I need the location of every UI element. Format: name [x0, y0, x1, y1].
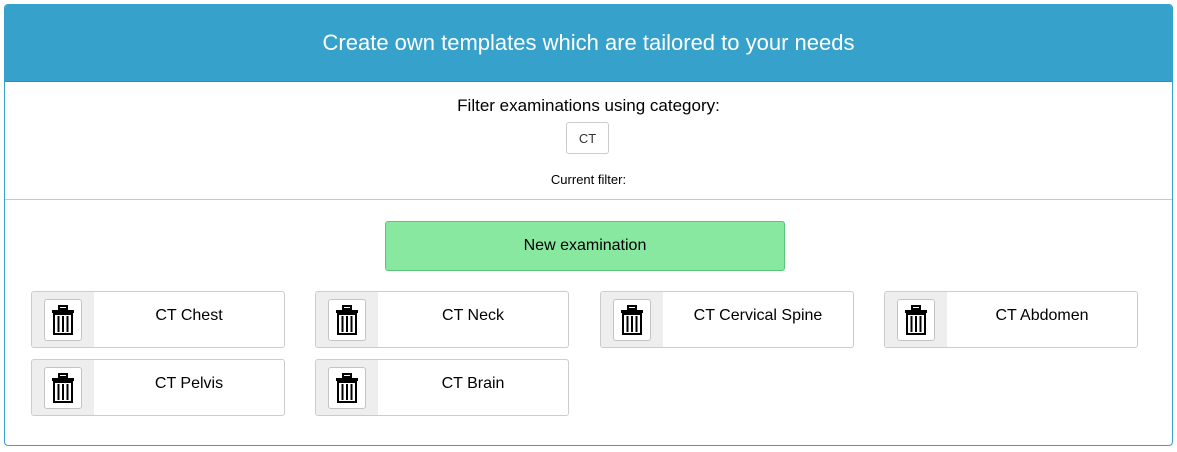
- trash-icon: [52, 304, 74, 335]
- category-filter-ct-button[interactable]: CT: [566, 122, 609, 154]
- filter-section: Filter examinations using category: CT C…: [5, 82, 1172, 200]
- delete-button[interactable]: [613, 298, 651, 341]
- new-examination-button[interactable]: New examination: [385, 221, 785, 271]
- exam-card-ct-chest: CT Chest: [31, 291, 285, 348]
- delete-zone: [601, 292, 663, 347]
- delete-zone: [32, 292, 94, 347]
- exam-label[interactable]: CT Chest: [94, 292, 284, 347]
- page-title: Create own templates which are tailored …: [322, 30, 855, 55]
- exam-card-ct-abdomen: CT Abdomen: [884, 291, 1138, 348]
- delete-button[interactable]: [328, 298, 366, 341]
- exam-label[interactable]: CT Abdomen: [947, 292, 1137, 347]
- delete-button[interactable]: [897, 298, 935, 341]
- trash-icon: [52, 372, 74, 403]
- trash-icon: [905, 304, 927, 335]
- filter-title: Filter examinations using category:: [457, 96, 720, 115]
- delete-button[interactable]: [44, 366, 82, 409]
- exam-label[interactable]: CT Brain: [378, 360, 568, 415]
- exam-card-ct-brain: CT Brain: [315, 359, 569, 416]
- exam-label[interactable]: CT Cervical Spine: [663, 292, 853, 347]
- exam-card-ct-neck: CT Neck: [315, 291, 569, 348]
- trash-icon: [621, 304, 643, 335]
- delete-zone: [316, 292, 378, 347]
- delete-button[interactable]: [44, 298, 82, 341]
- exam-card-ct-pelvis: CT Pelvis: [31, 359, 285, 416]
- trash-icon: [336, 304, 358, 335]
- delete-button[interactable]: [328, 366, 366, 409]
- exam-card-ct-cervical-spine: CT Cervical Spine: [600, 291, 854, 348]
- delete-zone: [885, 292, 947, 347]
- exam-label[interactable]: CT Pelvis: [94, 360, 284, 415]
- current-filter-label: Current filter:: [550, 172, 627, 187]
- panel-header: Create own templates which are tailored …: [5, 5, 1172, 82]
- trash-icon: [336, 372, 358, 403]
- delete-zone: [32, 360, 94, 415]
- delete-zone: [316, 360, 378, 415]
- exam-label[interactable]: CT Neck: [378, 292, 568, 347]
